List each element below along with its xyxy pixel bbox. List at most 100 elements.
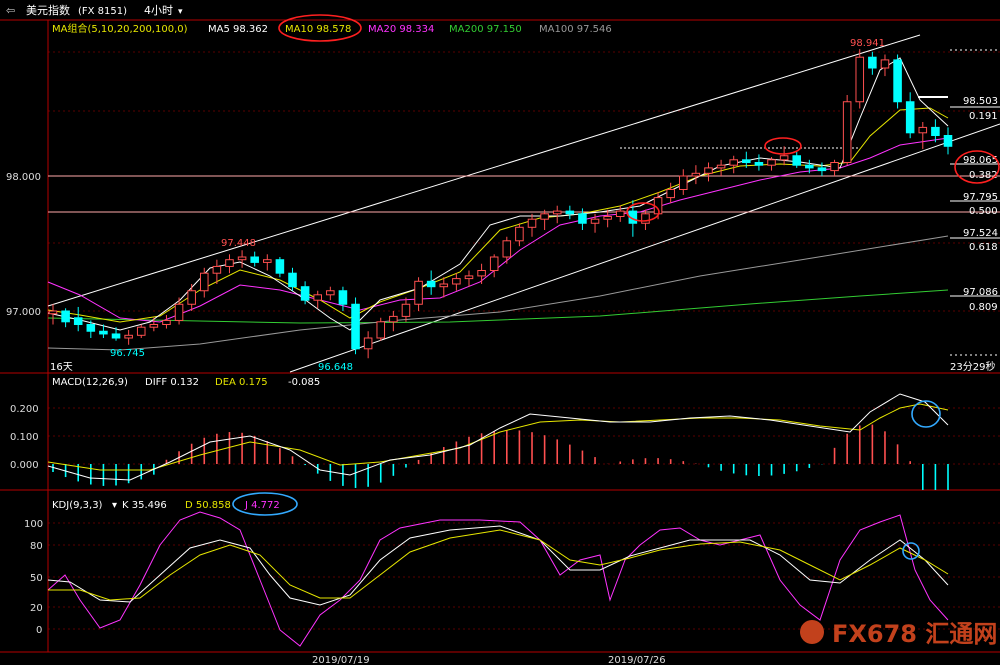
candle-body: [515, 226, 524, 242]
low-label-2: 96.648: [318, 362, 353, 373]
high-label: 98.941: [850, 38, 885, 49]
candle-body: [452, 278, 461, 285]
kdj-k-line: [47, 525, 949, 606]
kdj-axis: 100 80 50 20 0: [24, 519, 43, 636]
candle-body: [540, 213, 549, 220]
kdj-j: J 4.772: [244, 500, 280, 511]
candle-body: [225, 259, 234, 267]
kdj-tick: 100: [24, 519, 43, 530]
mid-high-label: 97.448: [221, 238, 256, 249]
candle-body: [86, 324, 96, 332]
candle-body: [489, 256, 499, 271]
candlestick-chart[interactable]: ⇦ 美元指数 (FX 8151) 4小时 ▾ MA组合(5,10,20,200,…: [0, 0, 1000, 665]
macd-diff-line: [47, 393, 949, 481]
kdj-dropdown-icon[interactable]: ▾: [112, 500, 117, 511]
candle-body: [615, 210, 625, 218]
candle-body: [263, 259, 272, 263]
resistance-highlight-circle: [764, 137, 802, 155]
kdj-tick: 0: [36, 625, 42, 636]
price-tick: 97.000: [6, 307, 41, 318]
candle-body: [389, 315, 398, 323]
candle-body: [918, 126, 928, 134]
candle-body: [779, 155, 789, 161]
candle-body: [880, 59, 890, 69]
period-dropdown-icon[interactable]: ▾: [178, 7, 183, 17]
candle-body: [830, 162, 839, 172]
candle-body: [174, 303, 184, 321]
macd-diff: DIFF 0.132: [145, 377, 199, 388]
kdj-header: KDJ(9,3,3) ▾ K 35.496 D 50.858 J 4.772: [52, 500, 280, 511]
candle-body: [414, 280, 423, 305]
candle-body: [754, 162, 764, 166]
fib-price: 97.795: [963, 192, 998, 203]
ma10-line: [47, 107, 949, 323]
candle-body: [111, 333, 121, 339]
kdj-tick: 20: [30, 603, 43, 614]
macd-header: MACD(12,26,9) DIFF 0.132 DEA 0.175 -0.08…: [52, 377, 320, 388]
candle-body: [288, 272, 297, 288]
ma10-value: MA10 98.578: [285, 24, 351, 35]
candle-body: [716, 164, 726, 169]
kdj-d: D 50.858: [185, 500, 231, 511]
candle-body: [691, 172, 701, 177]
ma100-line: [47, 235, 949, 351]
fib-ratio: 0.618: [969, 242, 998, 253]
date-label: 2019/07/19: [312, 655, 370, 665]
channel-upper-line: [47, 34, 921, 307]
candle-body: [817, 167, 827, 172]
ma20-value: MA20 98.334: [368, 24, 434, 35]
countdown-label: 23分29秒: [950, 360, 995, 373]
kdj-d-line: [48, 529, 949, 601]
candle-body: [578, 213, 587, 224]
price-tick: 98.000: [6, 172, 41, 183]
watermark: FX678 汇通网: [800, 620, 997, 648]
candle-body: [237, 256, 247, 261]
fib-ratio: 0.191: [969, 111, 998, 122]
kdj-label[interactable]: KDJ(9,3,3): [52, 500, 103, 511]
candle-body: [729, 159, 738, 166]
candle-body: [199, 272, 209, 292]
kdj-tick: 80: [30, 541, 43, 552]
candle-body: [464, 275, 474, 280]
candle-body: [704, 167, 713, 174]
candle-body: [641, 213, 650, 224]
macd-label[interactable]: MACD(12,26,9): [52, 377, 128, 388]
date-axis: 2019/07/19 2019/07/26: [312, 655, 666, 665]
candle-body: [742, 159, 751, 164]
period-selector[interactable]: 4小时: [144, 4, 173, 17]
symbol-name: 美元指数: [26, 3, 70, 17]
macd-tick: 0.100: [10, 432, 39, 443]
candle-body: [136, 326, 146, 336]
candle-body: [855, 56, 865, 103]
kdj-k: K 35.496: [122, 500, 167, 511]
fib-ratio: 0.382: [969, 170, 998, 181]
back-icon[interactable]: ⇦: [6, 4, 15, 17]
macd-tick: 0.200: [10, 404, 39, 415]
candle-body: [666, 189, 675, 199]
candle-body: [805, 164, 814, 169]
fib-ratio: 0.809: [969, 302, 998, 313]
candle-body: [338, 290, 348, 305]
candle-body: [326, 290, 335, 296]
days-label: 16天: [50, 362, 73, 373]
candle-body: [351, 303, 360, 350]
ma-label[interactable]: MA组合(5,10,20,200,100,0): [52, 22, 188, 35]
ma-header: MA组合(5,10,20,200,100,0) MA5 98.362 MA10 …: [52, 22, 612, 35]
candle-body: [590, 218, 600, 224]
candle-body: [905, 101, 915, 134]
candle-body: [376, 321, 386, 339]
fib-price: 98.503: [963, 96, 998, 107]
ma200-value: MA200 97.150: [449, 24, 522, 35]
candle-body: [477, 270, 486, 277]
candle-body: [868, 56, 877, 69]
candle-body: [893, 59, 902, 103]
price-axis: 98.000 97.000: [6, 172, 41, 318]
symbol-code: (FX 8151): [78, 6, 127, 17]
price-annotations: 98.941 97.448 96.745 96.648 16天 23分29秒: [50, 38, 995, 373]
date-label: 2019/07/26: [608, 655, 666, 665]
macd-dea: DEA 0.175: [215, 377, 268, 388]
candle-body: [313, 294, 322, 301]
fib-price: 97.524: [963, 228, 998, 239]
ma5-value: MA5 98.362: [208, 24, 268, 35]
watermark-logo-icon: [800, 620, 824, 644]
